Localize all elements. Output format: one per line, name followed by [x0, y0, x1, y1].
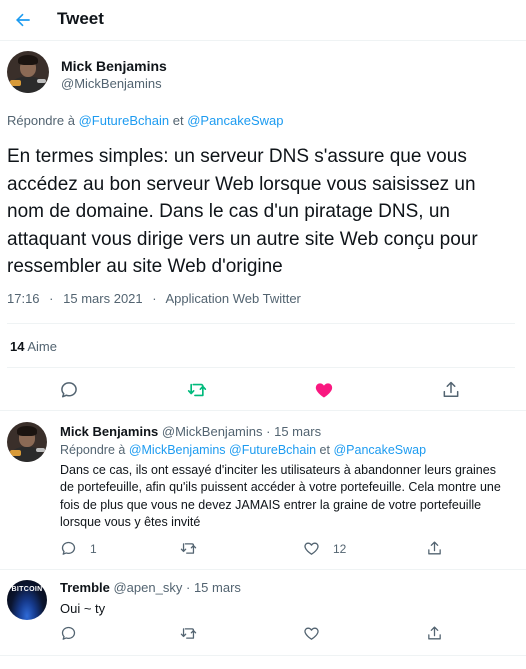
reply-context: Répondre à @FutureBchain et @PancakeSwap: [7, 113, 284, 128]
retweet-button[interactable]: [179, 625, 198, 642]
reply-icon: [61, 382, 77, 398]
author-handle[interactable]: @MickBenjamins: [162, 424, 263, 439]
heart-filled-icon: [315, 383, 333, 398]
author-name[interactable]: Tremble: [60, 580, 110, 595]
author-name[interactable]: Mick Benjamins: [60, 424, 158, 439]
avatar[interactable]: [7, 51, 49, 93]
author-handle[interactable]: @MickBenjamins: [61, 76, 162, 91]
like-button[interactable]: [303, 625, 320, 642]
tweet-meta: 17:16 · 15 mars 2021 · Application Web T…: [7, 291, 301, 306]
page-title: Tweet: [57, 9, 104, 28]
tweet-date[interactable]: 15 mars: [274, 424, 321, 439]
share-button[interactable]: [426, 625, 443, 642]
retweet-button[interactable]: [186, 380, 208, 400]
avatar[interactable]: BITCOIN: [7, 580, 47, 620]
mention-link[interactable]: @FutureBchain: [79, 113, 170, 128]
retweet-icon: [180, 543, 197, 554]
divider: [0, 410, 526, 411]
tweet-text: Dans ce cas, ils ont essayé d'inciter le…: [60, 463, 501, 530]
meta-separator: ·: [152, 291, 157, 306]
author-name[interactable]: Mick Benjamins: [61, 58, 167, 74]
likes-stat[interactable]: 14 Aime: [10, 339, 57, 354]
heart-icon: [304, 542, 319, 555]
reply-icon: [61, 626, 76, 640]
retweet-icon: [187, 383, 207, 397]
tweet-date[interactable]: 15 mars 2021: [63, 291, 143, 306]
share-icon: [443, 381, 459, 397]
meta-separator: ·: [266, 424, 271, 439]
tweet-source[interactable]: Application Web Twitter: [166, 291, 301, 306]
like-button[interactable]: [314, 380, 334, 400]
reply-header: Mick Benjamins @MickBenjamins · 15 mars: [60, 424, 321, 439]
share-button[interactable]: [426, 540, 443, 557]
tweet-text: En termes simples: un serveur DNS s'assu…: [7, 146, 478, 277]
retweet-icon: [180, 628, 197, 639]
likes-label: Aime: [27, 339, 57, 354]
meta-separator: ·: [49, 291, 54, 306]
reply-conjunction: et: [319, 443, 330, 457]
divider: [0, 569, 526, 570]
author-handle[interactable]: @apen_sky: [113, 580, 182, 595]
tweet-date[interactable]: 15 mars: [194, 580, 241, 595]
mention-link[interactable]: @PancakeSwap: [187, 113, 283, 128]
reply-conjunction: et: [172, 113, 184, 128]
divider: [7, 367, 515, 368]
like-count: 12: [333, 541, 347, 556]
reply-count: 1: [90, 541, 97, 556]
tweet-text: Oui ~ ty: [60, 601, 106, 616]
top-bar: Tweet: [0, 0, 526, 41]
share-icon: [428, 541, 441, 555]
like-button[interactable]: 12: [303, 540, 346, 557]
reply-button[interactable]: 1: [60, 540, 97, 557]
likes-count: 14: [10, 339, 25, 354]
retweet-button[interactable]: [179, 540, 211, 557]
arrow-left-icon: [16, 13, 30, 27]
share-icon: [428, 626, 441, 640]
share-button[interactable]: [441, 380, 461, 400]
reply-header: Tremble @apen_sky · 15 mars: [60, 580, 241, 595]
heart-icon: [304, 627, 319, 640]
tweet-time[interactable]: 17:16: [7, 291, 40, 306]
divider: [7, 323, 515, 324]
reply-prefix: Répondre à: [60, 443, 126, 457]
back-button[interactable]: [10, 7, 36, 33]
meta-separator: ·: [185, 580, 191, 595]
mention-link[interactable]: @MickBenjamins @FutureBchain: [129, 443, 316, 457]
mention-link[interactable]: @PancakeSwap: [333, 443, 426, 457]
reply-button[interactable]: [60, 625, 77, 642]
divider: [0, 655, 526, 656]
reply-prefix: Répondre à: [7, 113, 75, 128]
reply-button[interactable]: [59, 380, 79, 400]
reply-context: Répondre à @MickBenjamins @FutureBchain …: [60, 443, 426, 457]
reply-icon: [61, 541, 76, 555]
avatar-text: BITCOIN: [11, 586, 43, 594]
avatar[interactable]: [7, 422, 47, 462]
